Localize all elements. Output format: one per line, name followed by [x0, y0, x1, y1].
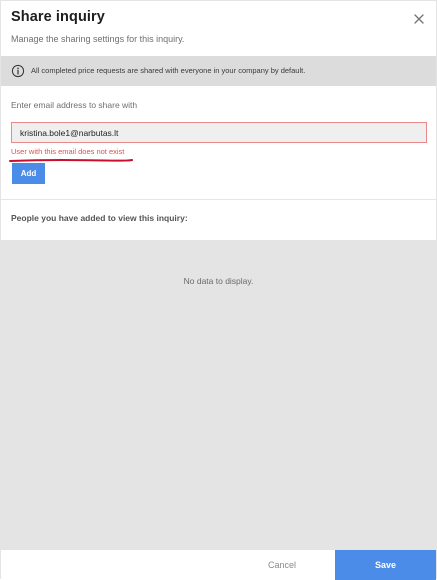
info-text: All completed price requests are shared … — [31, 65, 306, 75]
people-list: No data to display. — [1, 240, 436, 550]
share-inquiry-dialog: Share inquiry Manage the sharing setting… — [0, 0, 437, 580]
dialog-title: Share inquiry — [11, 9, 105, 25]
email-error-message: User with this email does not exist — [11, 147, 125, 156]
close-icon — [414, 14, 424, 24]
info-icon — [11, 64, 25, 78]
dialog-subtitle: Manage the sharing settings for this inq… — [11, 34, 185, 44]
save-button[interactable]: Save — [335, 550, 436, 580]
cancel-button[interactable]: Cancel — [233, 550, 331, 580]
info-banner: All completed price requests are shared … — [1, 56, 436, 86]
people-section-heading: People you have added to view this inqui… — [11, 213, 188, 223]
close-button[interactable] — [412, 12, 426, 26]
email-field-label: Enter email address to share with — [11, 100, 138, 110]
add-button[interactable]: Add — [12, 163, 45, 184]
dialog-footer: Cancel Save — [1, 550, 436, 580]
dialog-header: Share inquiry Manage the sharing setting… — [1, 1, 437, 53]
email-field[interactable] — [11, 122, 427, 143]
section-divider — [1, 199, 436, 200]
empty-state-message: No data to display. — [183, 276, 254, 286]
